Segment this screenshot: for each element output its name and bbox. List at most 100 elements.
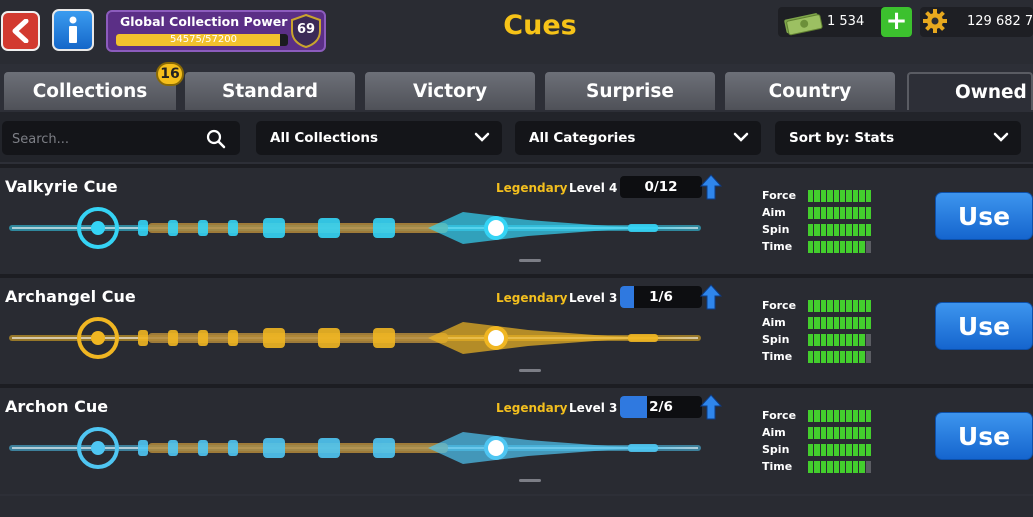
- chevron-down-icon: [993, 132, 1009, 142]
- collection-level-badge: 69: [290, 14, 322, 48]
- tab-owned[interactable]: Owned: [907, 72, 1033, 110]
- stat-label-0: Force: [762, 299, 797, 312]
- upgrade-progress-text: 1/6: [649, 289, 673, 305]
- tab-label: Collections: [32, 80, 148, 102]
- stat-bar: [808, 461, 872, 473]
- stat-bar: [808, 224, 872, 236]
- use-cue-button[interactable]: Use: [935, 412, 1033, 460]
- stat-label-2: Spin: [762, 443, 790, 456]
- cash-amount: 1 534: [827, 14, 865, 29]
- cue-rarity: Legendary: [496, 181, 568, 195]
- use-button-label: Use: [957, 421, 1011, 451]
- info-icon: [69, 16, 77, 43]
- stat-label-1: Aim: [762, 316, 786, 329]
- cue-rarity: Legendary: [496, 291, 568, 305]
- stat-bar: [808, 410, 872, 422]
- cash-icon: [784, 13, 823, 36]
- stat-bar: [808, 351, 872, 363]
- coins-gear-icon: [923, 9, 947, 33]
- stat-label-0: Force: [762, 409, 797, 422]
- stat-label-3: Time: [762, 460, 793, 473]
- stat-bar: [808, 207, 872, 219]
- stat-bar: [808, 444, 872, 456]
- tab-victory[interactable]: Victory: [365, 72, 535, 110]
- tab-standard[interactable]: Standard: [185, 72, 355, 110]
- cue-card[interactable]: Archon Cue Legendary Level 3 2/6 Force A…: [0, 388, 1033, 494]
- stat-label-3: Time: [762, 240, 793, 253]
- tab-label: Country: [768, 80, 852, 102]
- cue-image: [9, 207, 701, 249]
- cue-card[interactable]: Archangel Cue Legendary Level 3 1/6 Forc…: [0, 278, 1033, 384]
- coin-amount: 129 682 7: [967, 14, 1033, 29]
- chevron-down-icon: [474, 132, 490, 142]
- card-drag-handle: [519, 259, 541, 262]
- stat-label-2: Spin: [762, 333, 790, 346]
- collection-power-label: Global Collection Power: [120, 14, 288, 29]
- add-cash-button[interactable]: +: [881, 7, 912, 37]
- search-icon[interactable]: [206, 129, 226, 149]
- cue-level: Level 3: [569, 401, 618, 415]
- info-button[interactable]: [52, 9, 94, 51]
- use-button-label: Use: [957, 311, 1011, 341]
- collection-power-value: 54575/57200: [170, 34, 237, 45]
- collection-level-number: 69: [296, 22, 316, 37]
- search-box[interactable]: [2, 121, 240, 155]
- page-title: Cues: [503, 10, 577, 41]
- next-cue-card-partial: [0, 496, 1033, 517]
- upgrade-arrow-icon[interactable]: [700, 394, 722, 420]
- cue-name: Archangel Cue: [5, 287, 136, 306]
- cue-image: [9, 317, 701, 359]
- card-drag-handle: [519, 369, 541, 372]
- upgrade-progress-text: 0/12: [644, 179, 678, 195]
- collections-badge: 16: [156, 62, 184, 86]
- tab-surprise[interactable]: Surprise: [545, 72, 715, 110]
- cue-rarity: Legendary: [496, 401, 568, 415]
- cue-level: Level 3: [569, 291, 618, 305]
- category-tabs: Collections Standard Victory Surprise Co…: [0, 72, 1033, 112]
- plus-icon: +: [885, 6, 908, 36]
- collection-dropdown[interactable]: All Collections: [256, 121, 502, 155]
- collection-dropdown-label: All Collections: [270, 130, 378, 146]
- upgrade-arrow-icon[interactable]: [700, 284, 722, 310]
- use-cue-button[interactable]: Use: [935, 192, 1033, 240]
- tab-collections[interactable]: Collections: [4, 72, 176, 110]
- tab-label: Owned: [955, 81, 1027, 103]
- cue-image: [9, 427, 701, 469]
- category-dropdown[interactable]: All Categories: [515, 121, 761, 155]
- chevron-down-icon: [733, 132, 749, 142]
- stat-bar: [808, 190, 872, 202]
- stat-bar: [808, 334, 872, 346]
- back-arrow-icon: [12, 19, 28, 43]
- upgrade-progress-bar: 0/12: [620, 176, 702, 198]
- global-collection-power[interactable]: Global Collection Power 54575/57200 69: [106, 10, 326, 52]
- sort-dropdown-label: Sort by: Stats: [789, 130, 895, 146]
- cue-name: Valkyrie Cue: [5, 177, 118, 196]
- stat-label-1: Aim: [762, 426, 786, 439]
- tab-label: Standard: [222, 80, 318, 102]
- upgrade-progress-bar: 1/6: [620, 286, 702, 308]
- cue-level: Level 4: [569, 181, 618, 195]
- category-dropdown-label: All Categories: [529, 130, 636, 146]
- cue-name: Archon Cue: [5, 397, 109, 416]
- upgrade-progress-bar: 2/6: [620, 396, 702, 418]
- card-drag-handle: [519, 479, 541, 482]
- stat-label-0: Force: [762, 189, 797, 202]
- stat-bar: [808, 317, 872, 329]
- stat-bar: [808, 427, 872, 439]
- tab-country[interactable]: Country: [725, 72, 895, 110]
- back-button[interactable]: [1, 11, 40, 51]
- stat-label-3: Time: [762, 350, 793, 363]
- stat-label-1: Aim: [762, 206, 786, 219]
- tab-label: Surprise: [586, 80, 674, 102]
- upgrade-progress-text: 2/6: [649, 399, 673, 415]
- use-button-label: Use: [957, 201, 1011, 231]
- stat-bar: [808, 241, 872, 253]
- stat-label-2: Spin: [762, 223, 790, 236]
- upgrade-arrow-icon[interactable]: [700, 174, 722, 200]
- search-input[interactable]: [10, 127, 204, 151]
- cue-card[interactable]: Valkyrie Cue Legendary Level 4 0/12 Forc…: [0, 168, 1033, 274]
- use-cue-button[interactable]: Use: [935, 302, 1033, 350]
- stat-bar: [808, 300, 872, 312]
- tab-label: Victory: [412, 80, 488, 102]
- sort-dropdown[interactable]: Sort by: Stats: [775, 121, 1021, 155]
